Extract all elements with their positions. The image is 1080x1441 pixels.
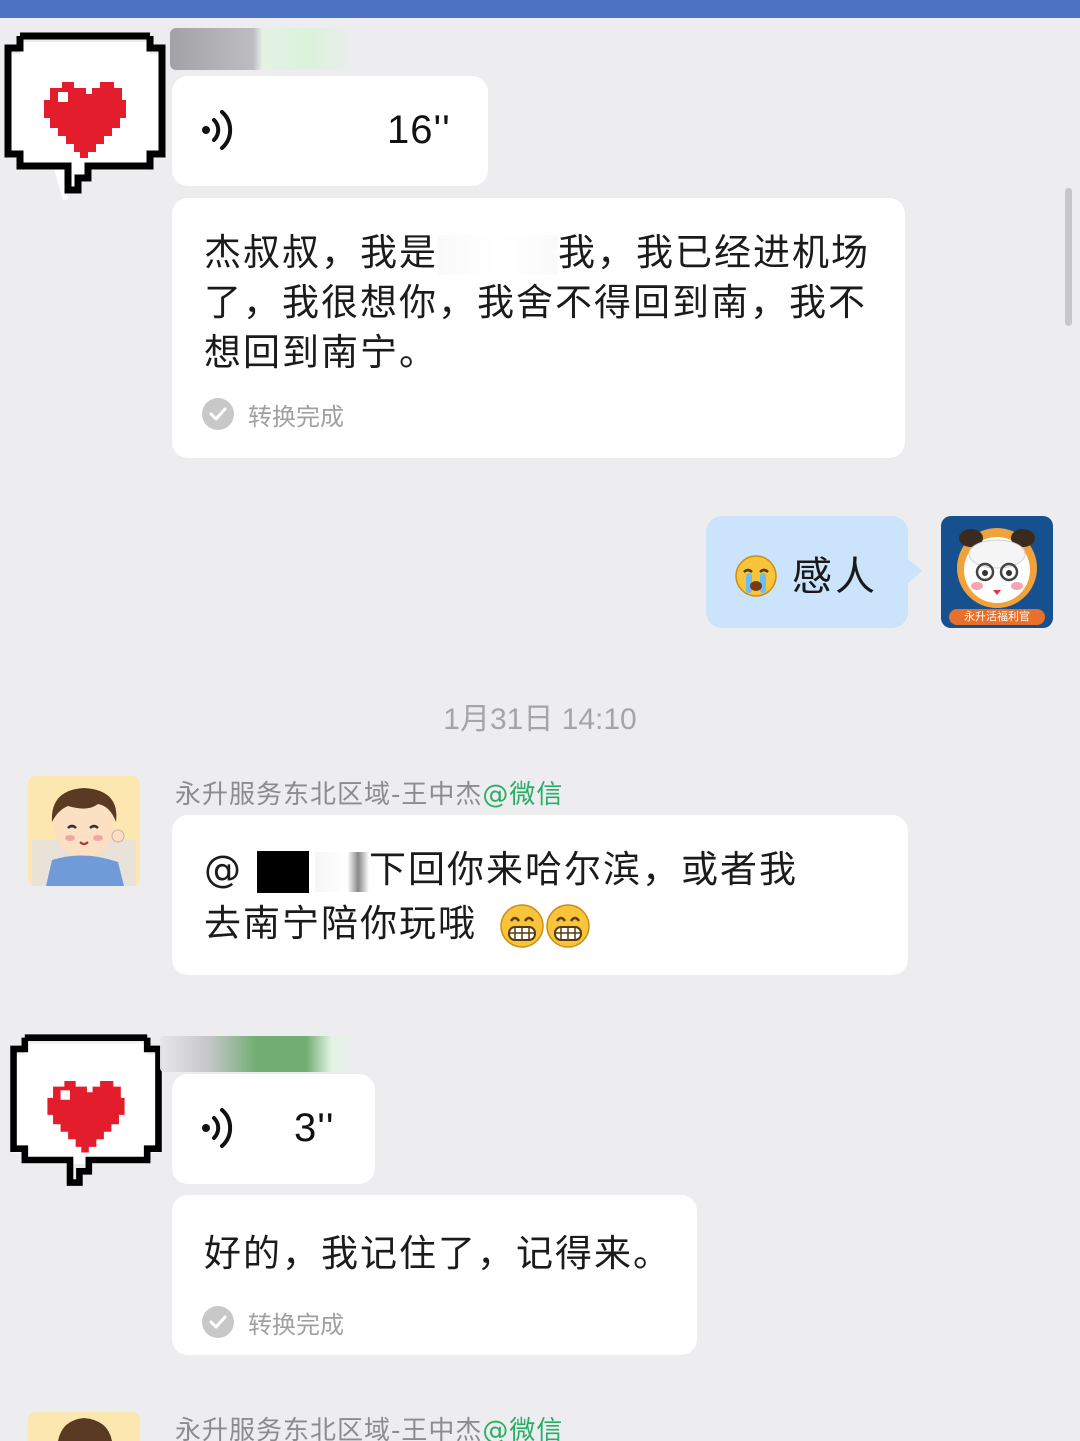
sender-name-2: 永升服务东北区域-王中杰@微信 bbox=[175, 780, 564, 810]
text-message-bubble[interactable]: @ 下回你来哈尔滨，或者我 去南宁陪你玩哦 bbox=[172, 815, 908, 975]
transcript-line-2: 了，我很想你，我舍不得回到南，我不 bbox=[204, 281, 867, 324]
check-icon bbox=[202, 1306, 234, 1338]
top-status-bar bbox=[0, 0, 1080, 18]
voice-wave-icon bbox=[202, 110, 233, 150]
voice-transcript-bubble[interactable]: 好的，我记住了，记得来。 转换完成 bbox=[172, 1195, 697, 1355]
convert-status-label: 转换完成 bbox=[248, 402, 344, 431]
pixel-heart-avatar[interactable] bbox=[6, 1032, 166, 1192]
convert-status: 转换完成 bbox=[202, 397, 344, 431]
scrollbar[interactable] bbox=[1065, 188, 1072, 326]
voice-message-bubble[interactable]: 16'' bbox=[172, 76, 488, 186]
crying-face-icon bbox=[734, 554, 778, 598]
my-message-text: 感人 bbox=[792, 554, 878, 600]
convert-status-label: 转换完成 bbox=[248, 1310, 344, 1339]
convert-status: 转换完成 bbox=[202, 1305, 344, 1339]
sender-name-blurred bbox=[160, 1036, 355, 1072]
my-message-bubble[interactable]: 感人 bbox=[706, 516, 922, 628]
voice-duration: 3'' bbox=[294, 1106, 335, 1150]
message-line-1: @ 下回你来哈尔滨，或者我 bbox=[204, 848, 798, 893]
voice-message-bubble[interactable]: 3'' bbox=[172, 1074, 375, 1184]
transcript-line-1: 杰叔叔，我是 我，我已经进机场 bbox=[204, 231, 870, 275]
voice-wave-icon bbox=[202, 1108, 233, 1148]
avatar-badge: 永升活福利官 bbox=[964, 610, 1030, 623]
message-line-2: 去南宁陪你玩哦 bbox=[204, 899, 591, 949]
cartoon-boy-avatar[interactable] bbox=[28, 1412, 140, 1441]
sender-tag-2: @微信 bbox=[482, 780, 564, 810]
chat-timestamp: 1月31日 14:10 bbox=[443, 703, 637, 736]
my-avatar[interactable]: 永升活福利官 bbox=[941, 516, 1053, 628]
transcript-line-3: 想回到南宁。 bbox=[204, 331, 438, 374]
redacted-name bbox=[438, 234, 558, 275]
redacted-mention bbox=[257, 850, 309, 893]
sender-name-blurred bbox=[170, 28, 355, 70]
sender-name-3: 永升服务东北区域-王中杰@微信 bbox=[175, 1410, 563, 1441]
voice-transcript-bubble[interactable]: 杰叔叔，我是 我，我已经进机场 了，我很想你，我舍不得回到南，我不 想回到南宁。 … bbox=[172, 198, 905, 458]
voice-duration: 16'' bbox=[387, 108, 451, 152]
redacted-mention-blur bbox=[315, 851, 369, 892]
sender-tag-3: @微信 bbox=[482, 1416, 564, 1441]
pixel-heart-avatar[interactable] bbox=[0, 30, 170, 200]
transcript-text: 好的，我记住了，记得来。 bbox=[204, 1232, 672, 1275]
check-icon bbox=[202, 398, 234, 430]
grinning-face-icon bbox=[545, 903, 591, 949]
grinning-face-icon bbox=[499, 903, 545, 949]
cartoon-boy-avatar[interactable] bbox=[28, 776, 140, 886]
